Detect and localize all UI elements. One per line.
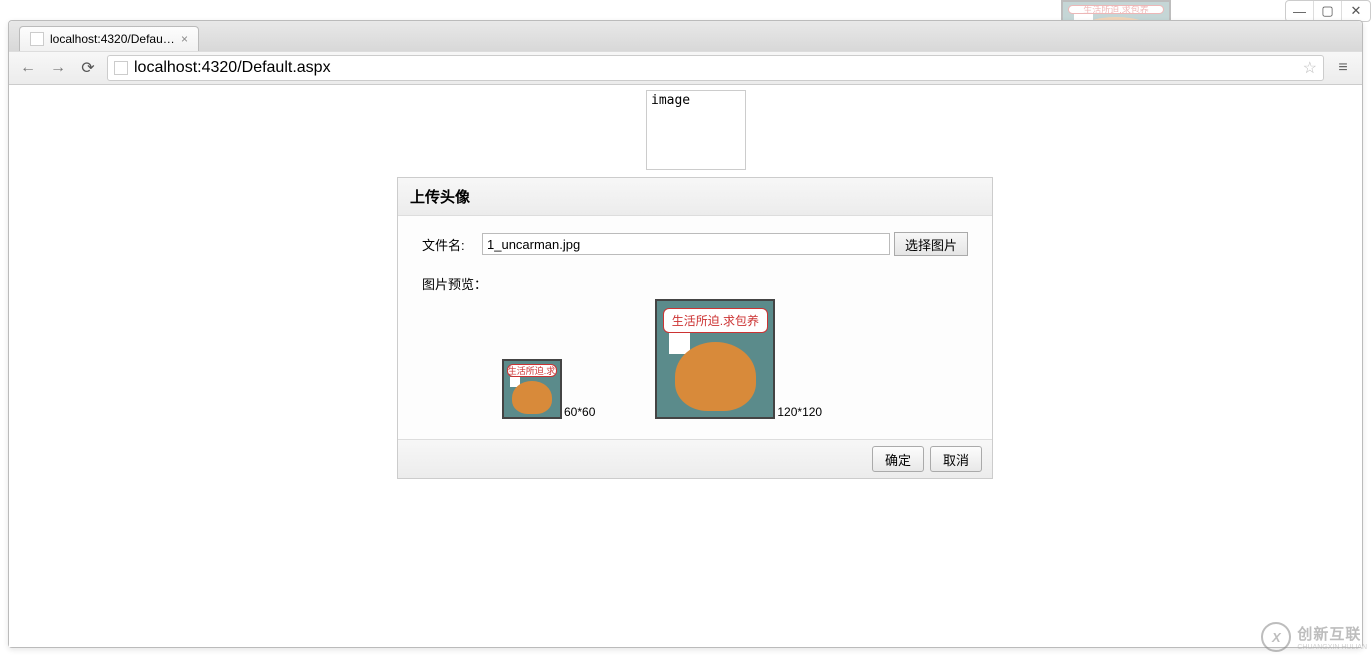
thumb-120-image: 生活所迫.求包养 — [655, 299, 775, 419]
preview-60: 生活所迫.求包养 60*60 — [502, 359, 595, 419]
window-minimize-button[interactable]: — — [1286, 1, 1314, 21]
cancel-button[interactable]: 取消 — [930, 446, 982, 472]
tab-title: localhost:4320/Default.a — [50, 32, 175, 46]
thumb-60-image: 生活所迫.求包养 — [502, 359, 562, 419]
filename-label: 文件名: — [422, 235, 482, 254]
dialog-title: 上传头像 — [398, 178, 992, 216]
preview-label-row: 图片预览： — [422, 274, 968, 293]
window-close-button[interactable]: ✕ — [1342, 1, 1370, 21]
tab-strip: localhost:4320/Default.a × — [9, 21, 1362, 51]
preview-120: 生活所迫.求包养 120*120 — [655, 299, 822, 419]
watermark-logo-icon: X — [1261, 622, 1291, 652]
browser-toolbar: ← → ⟳ localhost:4320/Default.aspx ☆ ≡ — [9, 51, 1362, 85]
tab-close-icon[interactable]: × — [181, 32, 188, 46]
image-placeholder[interactable]: image — [646, 90, 746, 170]
filename-row: 文件名: 选择图片 — [422, 232, 968, 256]
dialog-body: 文件名: 选择图片 图片预览： 生活所迫.求包养 — [398, 216, 992, 439]
dialog-footer: 确定 取消 — [398, 439, 992, 478]
confirm-button[interactable]: 确定 — [872, 446, 924, 472]
tab-favicon-icon — [30, 32, 44, 46]
size-label-60: 60*60 — [564, 405, 595, 419]
size-label-120: 120*120 — [777, 405, 822, 419]
watermark-text: 创新互联 — [1297, 623, 1367, 644]
ghost-bubble: 生活所迫.求包养 — [1083, 3, 1149, 16]
browser-tab[interactable]: localhost:4320/Default.a × — [19, 26, 199, 51]
reload-button[interactable]: ⟳ — [77, 57, 99, 79]
back-button[interactable]: ← — [17, 57, 39, 79]
preview-area: 生活所迫.求包养 60*60 生活所迫.求包养 — [422, 299, 968, 419]
cartoon-bubble-120: 生活所迫.求包养 — [672, 312, 759, 329]
choose-image-button[interactable]: 选择图片 — [894, 232, 968, 256]
bookmark-star-icon[interactable]: ☆ — [1303, 58, 1317, 78]
url-text: localhost:4320/Default.aspx — [134, 59, 331, 76]
address-bar[interactable]: localhost:4320/Default.aspx ☆ — [107, 55, 1324, 81]
window-controls: — ▢ ✕ — [1285, 0, 1371, 22]
cartoon-bubble-60: 生活所迫.求包养 — [508, 364, 556, 377]
forward-button[interactable]: → — [47, 57, 69, 79]
preview-label: 图片预览： — [422, 274, 487, 293]
upload-avatar-dialog: 上传头像 文件名: 选择图片 图片预览： 生活所迫.求包养 — [397, 177, 993, 479]
browser-window: localhost:4320/Default.a × ← → ⟳ localho… — [8, 20, 1363, 648]
filename-input[interactable] — [482, 233, 890, 255]
watermark-subtext: CHUANGXIN HULIAN — [1297, 644, 1367, 651]
page-icon — [114, 61, 128, 75]
chrome-menu-icon[interactable]: ≡ — [1332, 57, 1354, 79]
page-viewport: image 上传头像 文件名: 选择图片 图片预览： 生活所迫.求包养 — [9, 85, 1362, 647]
window-maximize-button[interactable]: ▢ — [1314, 1, 1342, 21]
watermark: X 创新互联 CHUANGXIN HULIAN — [1261, 622, 1367, 652]
